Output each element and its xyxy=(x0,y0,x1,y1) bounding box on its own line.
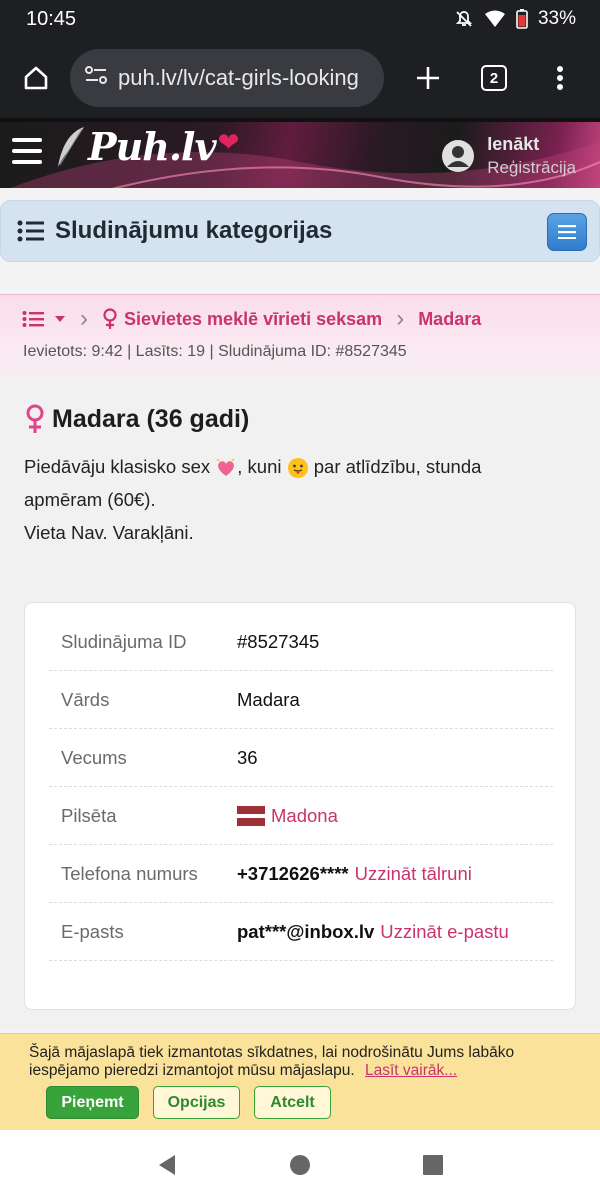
latvia-flag-icon xyxy=(237,805,265,826)
tongue-face-icon xyxy=(287,458,308,479)
back-icon[interactable] xyxy=(147,1145,187,1185)
register-link[interactable]: Reģistrācija xyxy=(487,158,576,178)
detail-value: 36 xyxy=(237,746,258,768)
detail-label: Vecums xyxy=(61,746,127,768)
venus-icon xyxy=(103,308,117,329)
detail-value: +3712626**** Uzzināt tālruni xyxy=(237,863,472,885)
detail-label: Pilsēta xyxy=(61,804,117,826)
ad-description: Piedāvāju klasisko sex , kuni par atlīdz… xyxy=(24,450,564,549)
breadcrumb: › Sievietes meklē vīrieti seksam › Madar… xyxy=(22,305,481,333)
url-text: puh.lv/lv/cat-girls-looking xyxy=(118,65,359,90)
status-bar: 10:45 33% xyxy=(0,0,600,38)
breadcrumb-menu-button[interactable] xyxy=(22,310,66,328)
user-icon[interactable] xyxy=(441,139,475,173)
list-icon xyxy=(17,220,44,242)
site-header: Puh.lv ❤ Ienākt Reģistrācija xyxy=(0,118,600,188)
sparkling-heart-icon xyxy=(216,458,235,477)
reveal-email-link[interactable]: Uzzināt e-pastu xyxy=(380,921,509,943)
battery-icon xyxy=(516,9,528,29)
new-tab-icon[interactable] xyxy=(406,56,450,100)
detail-value: Madona xyxy=(237,805,338,827)
detail-value: #8527345 xyxy=(237,630,320,652)
site-logo[interactable]: Puh.lv ❤ xyxy=(54,124,239,169)
mute-icon xyxy=(454,9,474,29)
home-circle-icon[interactable] xyxy=(280,1145,320,1185)
ad-meta: Ievietots: 9:42 | Lasīts: 19 | Sludināju… xyxy=(23,343,407,360)
breadcrumb-area: › Sievietes meklē vīrieti seksam › Madar… xyxy=(0,294,600,380)
ad-title-text: Madara (36 gadi) xyxy=(52,404,250,433)
cookie-text: Šajā mājaslapā tiek izmantotas sīkdatnes… xyxy=(29,1044,574,1080)
detail-row-age: Vecums 36 xyxy=(49,729,553,787)
home-icon[interactable] xyxy=(14,56,58,100)
category-toggle-button[interactable] xyxy=(547,213,587,251)
browser-toolbar: puh.lv/lv/cat-girls-looking 2 xyxy=(0,38,600,118)
wifi-icon xyxy=(484,10,506,28)
breadcrumb-category[interactable]: Sievietes meklē vīrieti seksam xyxy=(124,309,382,330)
category-title: Sludinājumu kategorijas xyxy=(55,217,333,244)
detail-value: pat***@inbox.lv Uzzināt e-pastu xyxy=(237,921,509,943)
address-bar[interactable]: puh.lv/lv/cat-girls-looking xyxy=(70,49,384,107)
detail-row-city: Pilsēta Madona xyxy=(49,787,553,845)
heart-icon: ❤ xyxy=(217,127,240,157)
cookie-options-button[interactable]: Opcijas xyxy=(153,1086,240,1119)
detail-row-name: Vārds Madara xyxy=(49,671,553,729)
chevron-right-icon: › xyxy=(396,305,405,332)
tab-switcher-button[interactable]: 2 xyxy=(472,56,516,100)
login-area: Ienākt Reģistrācija xyxy=(441,134,576,178)
recents-icon[interactable] xyxy=(413,1145,453,1185)
detail-label: E-pasts xyxy=(61,920,124,942)
list-icon xyxy=(22,311,44,327)
detail-label: Sludinājuma ID xyxy=(61,630,187,652)
location-line: Vieta Nav. Varakļāni. xyxy=(24,522,194,543)
hamburger-icon[interactable] xyxy=(12,138,42,164)
details-card: Sludinājuma ID #8527345 Vārds Madara Vec… xyxy=(24,602,576,1010)
city-link[interactable]: Madona xyxy=(271,805,338,827)
chevron-right-icon: › xyxy=(80,305,88,332)
venus-icon xyxy=(26,404,44,433)
battery-level: 33% xyxy=(537,8,576,29)
phone-masked: +3712626**** xyxy=(237,862,349,884)
detail-label: Vārds xyxy=(61,688,110,710)
site-settings-icon[interactable] xyxy=(84,64,108,92)
tab-count: 2 xyxy=(481,65,507,91)
detail-label: Telefona numurs xyxy=(61,862,198,884)
cookie-accept-button[interactable]: Pieņemt xyxy=(46,1086,139,1119)
detail-value: Madara xyxy=(237,688,300,710)
cookie-reject-button[interactable]: Atcelt xyxy=(254,1086,331,1119)
detail-row-phone: Telefona numurs +3712626**** Uzzināt tāl… xyxy=(49,845,553,903)
feather-icon xyxy=(58,126,84,167)
login-link[interactable]: Ienākt xyxy=(487,134,576,155)
detail-row-id: Sludinājuma ID #8527345 xyxy=(49,613,553,671)
detail-row-email: E-pasts pat***@inbox.lv Uzzināt e-pastu xyxy=(49,903,553,961)
desc-text: , kuni xyxy=(237,456,282,477)
menu-dots-icon[interactable] xyxy=(538,56,582,100)
ad-title: Madara (36 gadi) xyxy=(24,404,249,434)
logo-text: Puh.lv xyxy=(88,124,217,169)
breadcrumb-current[interactable]: Madara xyxy=(418,309,481,330)
status-icons: 33% xyxy=(454,8,576,30)
email-masked: pat***@inbox.lv xyxy=(237,920,375,942)
desc-text: Piedāvāju klasisko sex xyxy=(24,456,211,477)
ad-body: Madara (36 gadi) Piedāvāju klasisko sex … xyxy=(0,380,600,1030)
caret-down-icon xyxy=(55,316,65,322)
system-nav-bar xyxy=(0,1130,600,1200)
menu-icon xyxy=(558,225,576,239)
reveal-phone-link[interactable]: Uzzināt tālruni xyxy=(355,863,472,885)
category-bar[interactable]: Sludinājumu kategorijas xyxy=(0,200,600,262)
cookie-read-more-link[interactable]: Lasīt vairāk... xyxy=(365,1062,457,1079)
clock: 10:45 xyxy=(26,7,77,30)
cookie-banner: Šajā mājaslapā tiek izmantotas sīkdatnes… xyxy=(0,1033,600,1130)
cookie-buttons: Pieņemt Opcijas Atcelt xyxy=(46,1086,331,1119)
